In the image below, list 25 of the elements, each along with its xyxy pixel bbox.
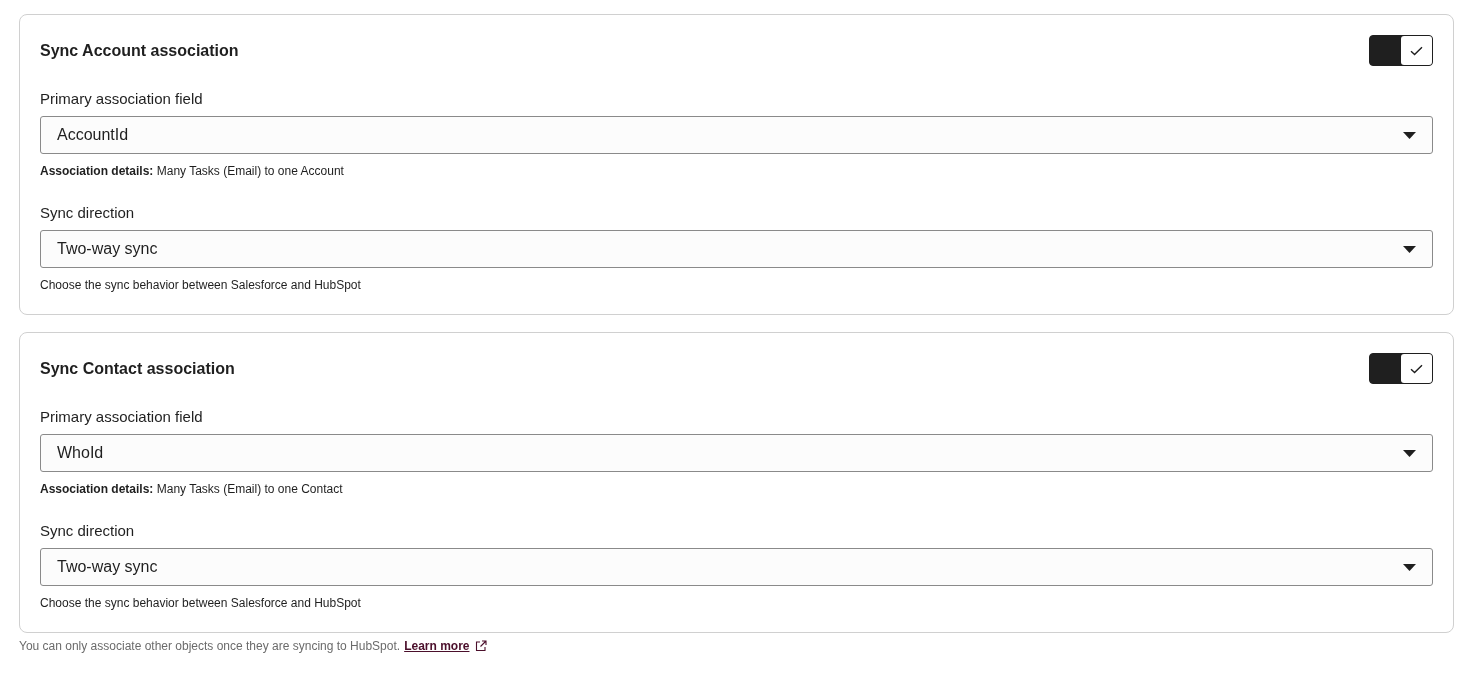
caret-icon	[1403, 131, 1416, 139]
footer-note: You can only associate other objects once they are syncing to HubSpot.	[19, 638, 401, 654]
toggle-switch[interactable]	[1369, 35, 1433, 66]
check-icon	[1410, 45, 1423, 56]
dropdown-select[interactable]: AccountId	[40, 116, 1433, 154]
help-text: Association details: Many Tasks (Email) to one Contact	[40, 481, 344, 497]
card-title: Sync Account association	[40, 40, 239, 61]
dropdown-select[interactable]: Two-way sync	[40, 548, 1433, 586]
caret-icon	[1403, 563, 1416, 571]
external-link-icon	[474, 640, 487, 652]
dropdown-select[interactable]: WhoId	[40, 434, 1433, 472]
help-text: Association details: Many Tasks (Email) to one Account	[40, 163, 345, 179]
caret-icon	[1403, 449, 1416, 457]
card-title: Sync Contact association	[40, 358, 235, 379]
check-icon	[1410, 363, 1423, 374]
help-text: Choose the sync behavior between Salesforce and HubSpot	[40, 595, 362, 611]
caret-icon	[1403, 245, 1416, 253]
dropdown-select[interactable]: Two-way sync	[40, 230, 1433, 268]
learn-more-link[interactable]: Learn more	[404, 638, 487, 654]
field-label: Sync direction	[40, 203, 136, 223]
help-text: Choose the sync behavior between Salesforce and HubSpot	[40, 277, 362, 293]
field-label: Primary association field	[40, 89, 204, 109]
field-label: Primary association field	[40, 407, 204, 427]
toggle-switch[interactable]	[1369, 353, 1433, 384]
field-label: Sync direction	[40, 521, 136, 541]
